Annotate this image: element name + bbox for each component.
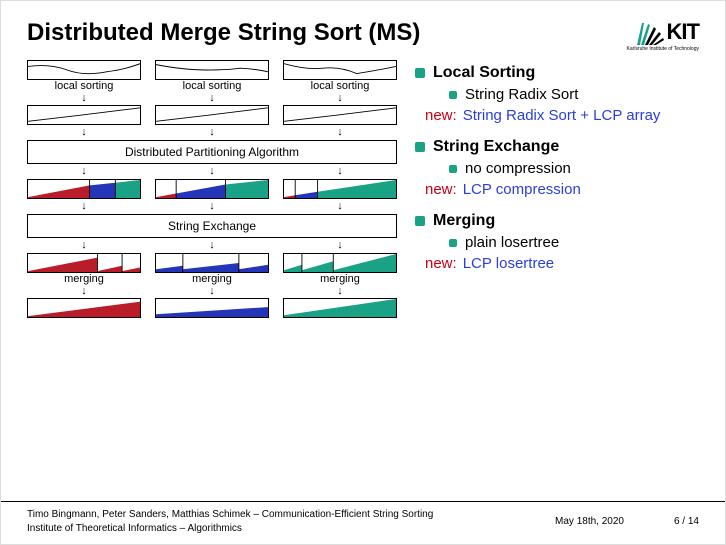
sorted-box: [27, 105, 141, 125]
partitioned-box: [27, 179, 141, 199]
section-heading: Merging: [433, 212, 495, 230]
section-sub: String Radix Sort: [465, 86, 578, 103]
merged-box: [155, 298, 269, 318]
bullet-icon: [415, 142, 425, 152]
arrow-down-icon: ↓: [81, 286, 87, 297]
arrow-down-icon: ↓: [283, 240, 397, 251]
arrow-down-icon: ↓: [283, 166, 397, 177]
section-heading: String Exchange: [433, 138, 559, 156]
section-heading: Local Sorting: [433, 64, 535, 82]
sorted-box: [283, 105, 397, 125]
bullet-icon: [415, 68, 425, 78]
arrow-down-icon: ↓: [209, 286, 215, 297]
new-text: LCP losertree: [463, 255, 554, 272]
merged-box: [283, 298, 397, 318]
footer: Timo Bingmann, Peter Sanders, Matthias S…: [1, 501, 725, 544]
bullet-icon: [415, 216, 425, 226]
arrow-down-icon: ↓: [27, 127, 141, 138]
kit-logo: KIT Karlsruhe Institute of Technology: [627, 19, 699, 52]
received-box: [283, 253, 397, 273]
local-sorting-label: local sorting: [183, 80, 242, 92]
partitioned-box: [155, 179, 269, 199]
partitioned-box: [283, 179, 397, 199]
bullet-icon: [449, 91, 457, 99]
exchange-box: String Exchange: [27, 214, 397, 238]
footer-authors: Timo Bingmann, Peter Sanders, Matthias S…: [27, 509, 251, 520]
bullet-icon: [449, 239, 457, 247]
new-text: String Radix Sort + LCP array: [463, 107, 661, 124]
new-label: new:: [425, 255, 457, 272]
arrow-down-icon: ↓: [283, 127, 397, 138]
arrow-down-icon: ↓: [337, 286, 343, 297]
logo-subtitle: Karlsruhe Institute of Technology: [627, 46, 699, 52]
bullet-icon: [449, 165, 457, 173]
flow-diagram: local sorting ↓ local sorting ↓: [27, 60, 397, 318]
footer-page: 6 / 14: [674, 508, 699, 527]
section-sub: plain losertree: [465, 234, 559, 251]
arrow-down-icon: ↓: [209, 93, 215, 104]
partition-box: Distributed Partitioning Algorithm: [27, 140, 397, 164]
footer-institute: Institute of Theoretical Informatics: [27, 523, 177, 534]
new-text: LCP compression: [463, 181, 581, 198]
unsorted-box: [27, 60, 141, 80]
merged-box: [27, 298, 141, 318]
received-box: [27, 253, 141, 273]
arrow-down-icon: ↓: [337, 93, 343, 104]
new-label: new:: [425, 107, 457, 124]
arrow-down-icon: ↓: [155, 127, 269, 138]
merging-label: merging: [192, 273, 232, 285]
new-label: new:: [425, 181, 457, 198]
footer-paper: Communication-Efficient String Sorting: [262, 509, 434, 520]
arrow-down-icon: ↓: [155, 240, 269, 251]
page-title: Distributed Merge String Sort (MS): [27, 19, 420, 47]
sorted-box: [155, 105, 269, 125]
unsorted-box: [283, 60, 397, 80]
section-sub: no compression: [465, 160, 571, 177]
footer-sep: –: [251, 509, 262, 520]
arrow-down-icon: ↓: [283, 201, 397, 212]
local-sorting-label: local sorting: [311, 80, 370, 92]
side-notes: Local Sorting String Radix Sort new: Str…: [415, 60, 699, 318]
local-sorting-label: local sorting: [55, 80, 114, 92]
arrow-down-icon: ↓: [155, 201, 269, 212]
footer-date: May 18th, 2020: [555, 508, 624, 527]
footer-group: Algorithmics: [187, 523, 241, 534]
arrow-down-icon: ↓: [155, 166, 269, 177]
arrow-down-icon: ↓: [27, 166, 141, 177]
received-box: [155, 253, 269, 273]
merging-label: merging: [64, 273, 104, 285]
logo-text: KIT: [667, 19, 699, 45]
unsorted-box: [155, 60, 269, 80]
arrow-down-icon: ↓: [27, 201, 141, 212]
footer-sep: –: [177, 523, 188, 534]
arrow-down-icon: ↓: [81, 93, 87, 104]
arrow-down-icon: ↓: [27, 240, 141, 251]
merging-label: merging: [320, 273, 360, 285]
